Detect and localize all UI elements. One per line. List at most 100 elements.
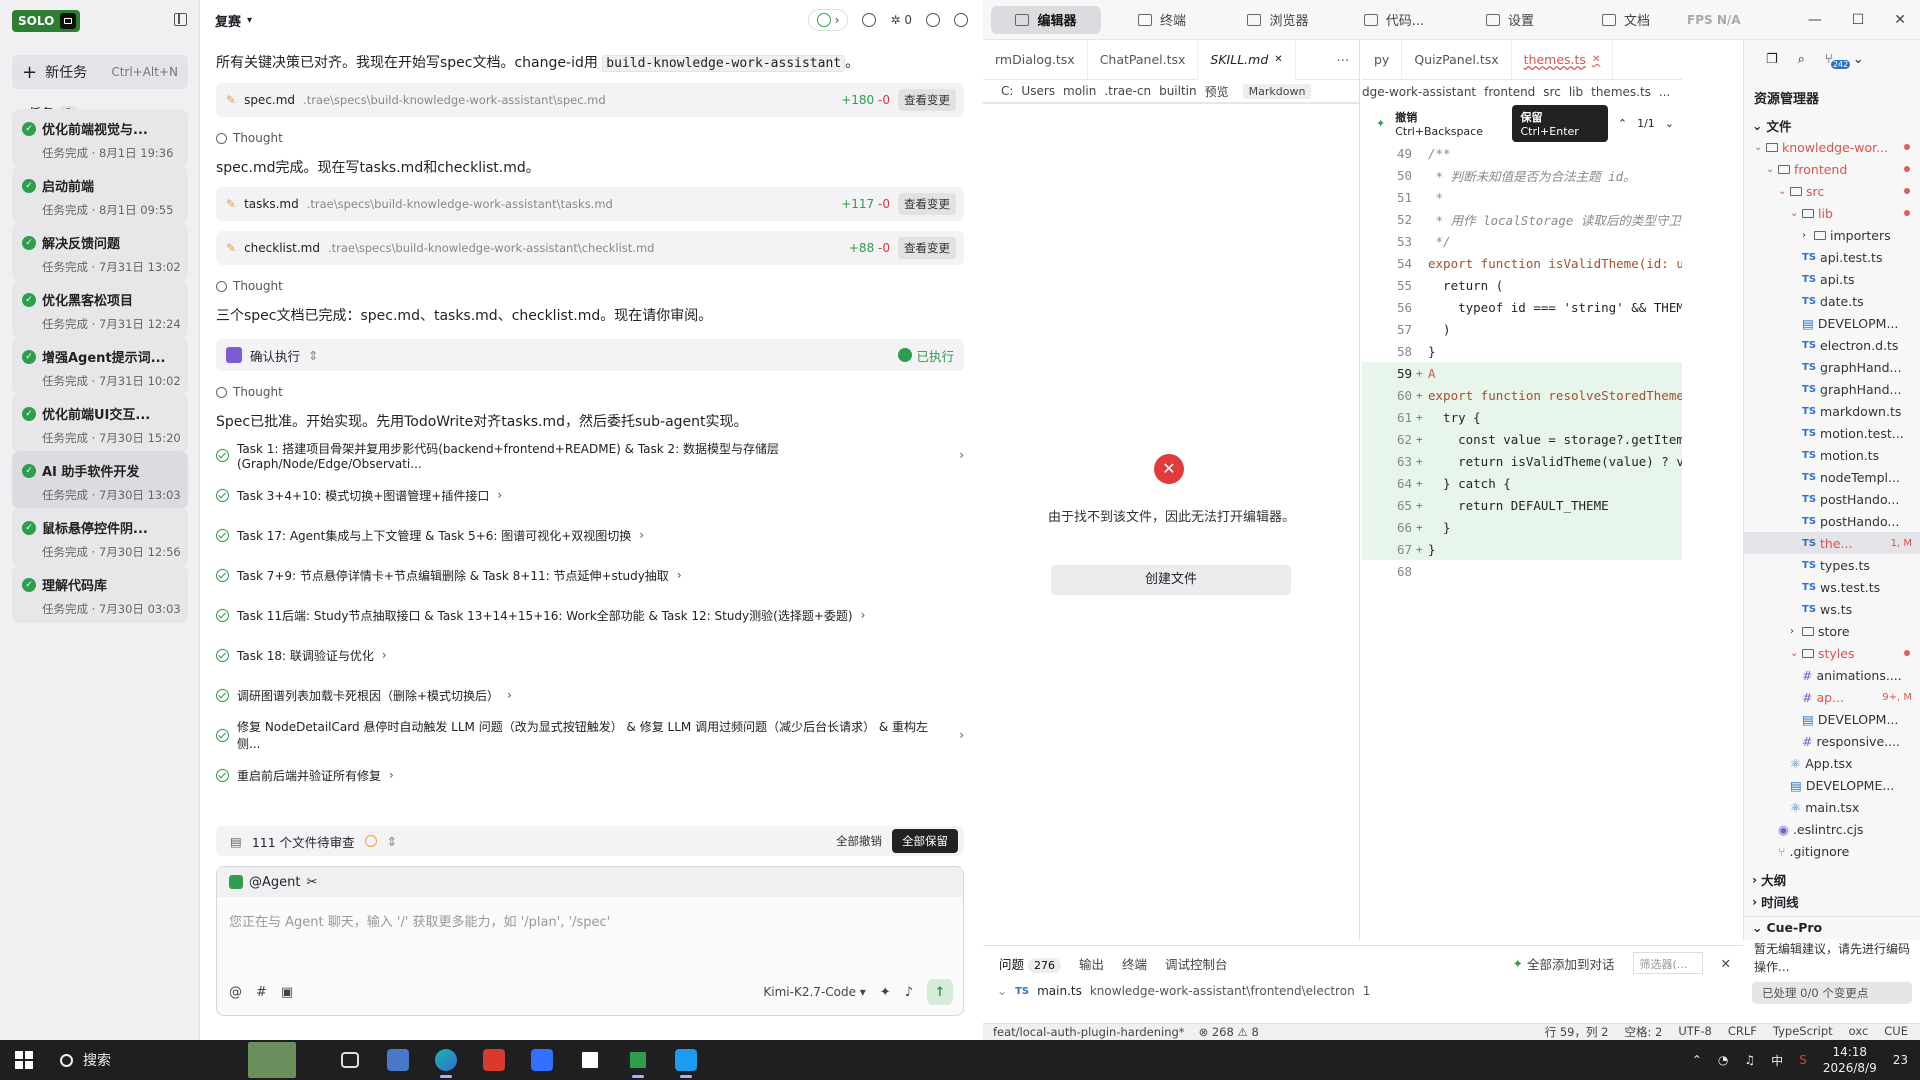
editor-tab[interactable]: themes.ts ✕ [1512,39,1614,80]
thought-label[interactable]: Thought [216,385,964,399]
close-icon[interactable]: ✕ [1894,12,1906,28]
create-file-button[interactable]: 创建文件 [1051,565,1291,595]
wps-icon[interactable] [470,1040,518,1080]
volume-icon[interactable]: ♫ [1744,1053,1755,1067]
code-line[interactable]: 59 + A [1362,362,1682,384]
problem-row[interactable]: ⌄ TS main.ts knowledge-work-assistant\front… [983,980,1743,1002]
todo-item[interactable]: Task 11后端: Study节点抽取接口 & Task 13+14+15+1… [216,595,964,635]
new-task-button[interactable]: + 新任务 Ctrl+Alt+N [12,55,188,89]
code-line[interactable]: 63 + return isValidTheme(value) ? value : [1362,450,1682,472]
chevron-down-icon[interactable]: ⌄ [1665,117,1674,130]
editor-tab[interactable]: rmDialog.tsx [983,39,1088,80]
image-icon[interactable]: ▣ [281,985,293,1000]
chevron-up-icon[interactable]: ⌃ [1618,117,1627,130]
line-ending[interactable]: CRLF [1728,1024,1757,1040]
taskbar-search[interactable]: 搜索 [48,1050,248,1070]
task-item[interactable]: ✓ 增强Agent提示词... 任务完成 · 7月31日 10:02 [12,337,188,395]
code-line[interactable]: 66 + } [1362,516,1682,538]
feishu-icon[interactable] [518,1040,566,1080]
tab-terminal[interactable]: 终端 [1107,6,1217,34]
editor-tab[interactable]: py [1362,39,1403,80]
language-mode[interactable]: TypeScript [1773,1024,1833,1040]
solo-logo[interactable]: SOLO [12,10,81,32]
tree-item[interactable]: TS graphHand... [1744,356,1920,378]
cue-status-button[interactable]: 已处理 0/0 个变更点 [1752,982,1912,1004]
hash-icon[interactable]: # [256,985,267,1000]
chevron-up-icon[interactable]: ⌃ [1692,1053,1702,1067]
clock[interactable]: 14:18 2026/8/9 [1823,1044,1877,1076]
code-line[interactable]: 56 typeof id === 'string' && THEMES.so [1362,296,1682,318]
tree-item[interactable]: TS ws.test.ts [1744,576,1920,598]
code-line[interactable]: 50 * 判断未知值是否为合法主题 id。 [1362,164,1682,186]
cue-status[interactable]: CUE [1884,1024,1908,1040]
tree-item[interactable]: ⑂ .gitignore [1744,840,1920,862]
breadcrumb-item[interactable]: src [1543,85,1561,99]
tree-item[interactable]: TS motion.ts [1744,444,1920,466]
breadcrumb-item[interactable]: lib [1569,85,1583,99]
tree-item[interactable]: ▤ DEVELOPM... [1744,312,1920,334]
code-line[interactable]: 60 + export function resolveStoredTheme(st… [1362,384,1682,406]
code-line[interactable]: 52 * 用作 localStorage 读取后的类型守卫，避免 [1362,208,1682,230]
tree-item[interactable]: › importers [1744,224,1920,246]
tree-item[interactable]: ⚛ App.tsx [1744,752,1920,774]
filter-input[interactable]: 筛选器(... [1632,952,1703,974]
tree-item[interactable]: TS electron.d.ts [1744,334,1920,356]
code-line[interactable]: 62 + const value = storage?.getItem(THEME [1362,428,1682,450]
tab-browser[interactable]: 浏览器 [1223,6,1333,34]
tree-item[interactable]: ⚛ main.tsx [1744,796,1920,818]
history-icon[interactable] [862,13,877,27]
mention-icon[interactable]: @ [229,985,242,1000]
network-icon[interactable]: ◔ [1718,1053,1728,1067]
breadcrumb-item[interactable]: .trae-cn [1104,84,1151,98]
edge-icon[interactable] [422,1040,470,1080]
star-count[interactable]: ✲ 0 [890,13,912,27]
tree-item[interactable]: # ap... 9+, M [1744,686,1920,708]
thought-label[interactable]: Thought [216,131,964,145]
chevron-down-icon[interactable]: ⌄ [1853,52,1864,67]
view-changes-button[interactable]: 查看变更 [898,237,956,259]
tree-item[interactable]: ▤ DEVELOPM... [1744,708,1920,730]
tree-item[interactable]: TS postHando... [1744,488,1920,510]
breadcrumb-item[interactable]: builtin [1159,84,1197,98]
todo-item[interactable]: 修复 NodeDetailCard 悬停时自动触发 LLM 问题（改为显式按钮触… [216,715,964,755]
undo-all-button[interactable]: 全部撤销 [836,833,882,849]
breadcrumb-item[interactable]: ... [1659,85,1670,99]
ime-indicator[interactable]: 中 [1771,1052,1783,1069]
code-line[interactable]: 51 * [1362,186,1682,208]
view-changes-button[interactable]: 查看变更 [898,193,956,215]
files-section[interactable]: ⌄ 文件 [1744,114,1920,136]
account-icon[interactable] [954,13,968,27]
editor-tab[interactable]: SKILL.md ✕ [1198,39,1296,80]
code-line[interactable]: 61 + try { [1362,406,1682,428]
code-line[interactable]: 55 return ( [1362,274,1682,296]
code-line[interactable]: 49 /** [1362,142,1682,164]
code-line[interactable]: 65 + return DEFAULT_THEME [1362,494,1682,516]
tree-item[interactable]: ⌄ frontend [1744,158,1920,180]
chat-title[interactable]: 复赛 ▾ [215,11,252,30]
tree-item[interactable]: TS markdown.ts [1744,400,1920,422]
thought-label[interactable]: Thought [216,279,964,293]
app-tray-icon[interactable]: S [1799,1053,1807,1067]
tab-settings[interactable]: 设置 [1455,6,1565,34]
tab-debug-console[interactable]: 调试控制台 [1165,954,1228,973]
tree-item[interactable]: TS nodeTempl... [1744,466,1920,488]
undo-change-button[interactable]: 撤销 Ctrl+Backspace [1395,109,1502,138]
outline-section[interactable]: › 大纲 [1744,868,1920,890]
breadcrumb-item[interactable]: dge-work-assistant [1362,85,1476,99]
close-icon[interactable]: ✕ [1592,54,1600,65]
breadcrumb-item[interactable]: themes.ts [1591,85,1651,99]
cursor-position[interactable]: 行 59，列 2 [1545,1024,1609,1040]
add-all-to-chat-button[interactable]: ✦ 全部添加到对话 [1513,954,1615,973]
more-icon[interactable]: ⋯ [1337,52,1360,67]
run-status-button[interactable]: › [807,9,849,31]
tree-item[interactable]: TS the... 1, M [1744,532,1920,554]
file-change-card[interactable]: ✎ tasks.md .trae\specs\build-knowledge-wor… [216,187,964,221]
breadcrumb-item[interactable]: molin [1063,84,1096,98]
task-item[interactable]: ✓ 优化前端视觉与... 任务完成 · 8月1日 19:36 [12,109,188,167]
git-branch[interactable]: feat/local-auth-plugin-hardening* [993,1025,1185,1039]
search-icon[interactable]: ⌕ [1798,52,1805,67]
tree-item[interactable]: TS date.ts [1744,290,1920,312]
todo-item[interactable]: Task 18: 联调验证与优化 › [216,635,964,675]
confirm-run-card[interactable]: 确认执行 ⇕ 已执行 [216,339,964,371]
close-icon[interactable]: ✕ [1274,54,1282,65]
